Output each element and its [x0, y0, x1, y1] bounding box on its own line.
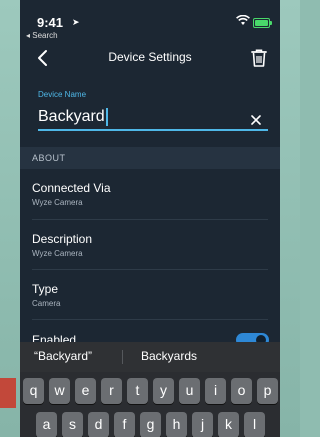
- row-subtitle: Camera: [32, 299, 61, 308]
- key-d[interactable]: d: [88, 412, 109, 437]
- key-h[interactable]: h: [166, 412, 187, 437]
- key-f[interactable]: f: [114, 412, 135, 437]
- row-subtitle: Wyze Camera: [32, 249, 83, 258]
- back-to-search-link[interactable]: ◂ Search: [26, 31, 58, 40]
- battery-cap: [270, 21, 272, 25]
- nav-bar: Device Settings: [20, 44, 280, 74]
- key-t[interactable]: t: [127, 378, 148, 404]
- keyboard: q w e r t y u i o p a s d f g h j k l: [20, 372, 280, 437]
- row-title: Description: [32, 232, 93, 246]
- wallpaper-left: [0, 0, 20, 437]
- predictive-text-bar: “Backyard” Backyards: [20, 342, 280, 372]
- key-q[interactable]: q: [23, 378, 44, 404]
- device-name-value: Backyard: [38, 108, 105, 125]
- text-caret: [105, 108, 108, 126]
- trash-icon[interactable]: [250, 48, 268, 68]
- page-title: Device Settings: [108, 50, 192, 64]
- wallpaper-right: [280, 0, 300, 437]
- row-type[interactable]: Type Camera: [32, 282, 268, 308]
- key-p[interactable]: p: [257, 378, 278, 404]
- clear-icon[interactable]: [250, 114, 262, 126]
- battery-icon: [253, 18, 270, 28]
- row-subtitle: Wyze Camera: [32, 198, 83, 207]
- row-divider: [32, 269, 268, 270]
- key-y[interactable]: y: [153, 378, 174, 404]
- key-a[interactable]: a: [36, 412, 57, 437]
- key-u[interactable]: u: [179, 378, 200, 404]
- key-i[interactable]: i: [205, 378, 226, 404]
- row-divider: [32, 319, 268, 320]
- section-title: ABOUT: [32, 153, 66, 163]
- status-bar: 9:41 ➤ ◂ Search: [20, 0, 280, 44]
- prediction-divider: [122, 350, 123, 364]
- device-name-input[interactable]: Backyard: [38, 106, 268, 128]
- row-description[interactable]: Description Wyze Camera: [32, 232, 268, 258]
- key-s[interactable]: s: [62, 412, 83, 437]
- section-header-about: ABOUT: [20, 147, 280, 169]
- row-title: Type: [32, 282, 59, 296]
- key-w[interactable]: w: [49, 378, 70, 404]
- app-screen: 9:41 ➤ ◂ Search Device Settings Device N…: [20, 0, 280, 437]
- key-g[interactable]: g: [140, 412, 161, 437]
- status-time: 9:41: [37, 15, 64, 30]
- device-name-underline: [38, 129, 268, 131]
- key-e[interactable]: e: [75, 378, 96, 404]
- key-k[interactable]: k: [218, 412, 239, 437]
- key-o[interactable]: o: [231, 378, 252, 404]
- row-divider: [32, 219, 268, 220]
- key-r[interactable]: r: [101, 378, 122, 404]
- location-icon: ➤: [72, 17, 80, 27]
- row-connected-via[interactable]: Connected Via Wyze Camera: [32, 181, 268, 207]
- wallpaper-accent: [0, 378, 16, 408]
- prediction-item[interactable]: Backyards: [141, 349, 197, 363]
- key-l[interactable]: l: [244, 412, 265, 437]
- device-name-label: Device Name: [38, 90, 87, 99]
- prediction-item[interactable]: “Backyard”: [34, 349, 92, 363]
- row-title: Connected Via: [32, 181, 111, 195]
- wifi-icon: [236, 15, 250, 25]
- key-j[interactable]: j: [192, 412, 213, 437]
